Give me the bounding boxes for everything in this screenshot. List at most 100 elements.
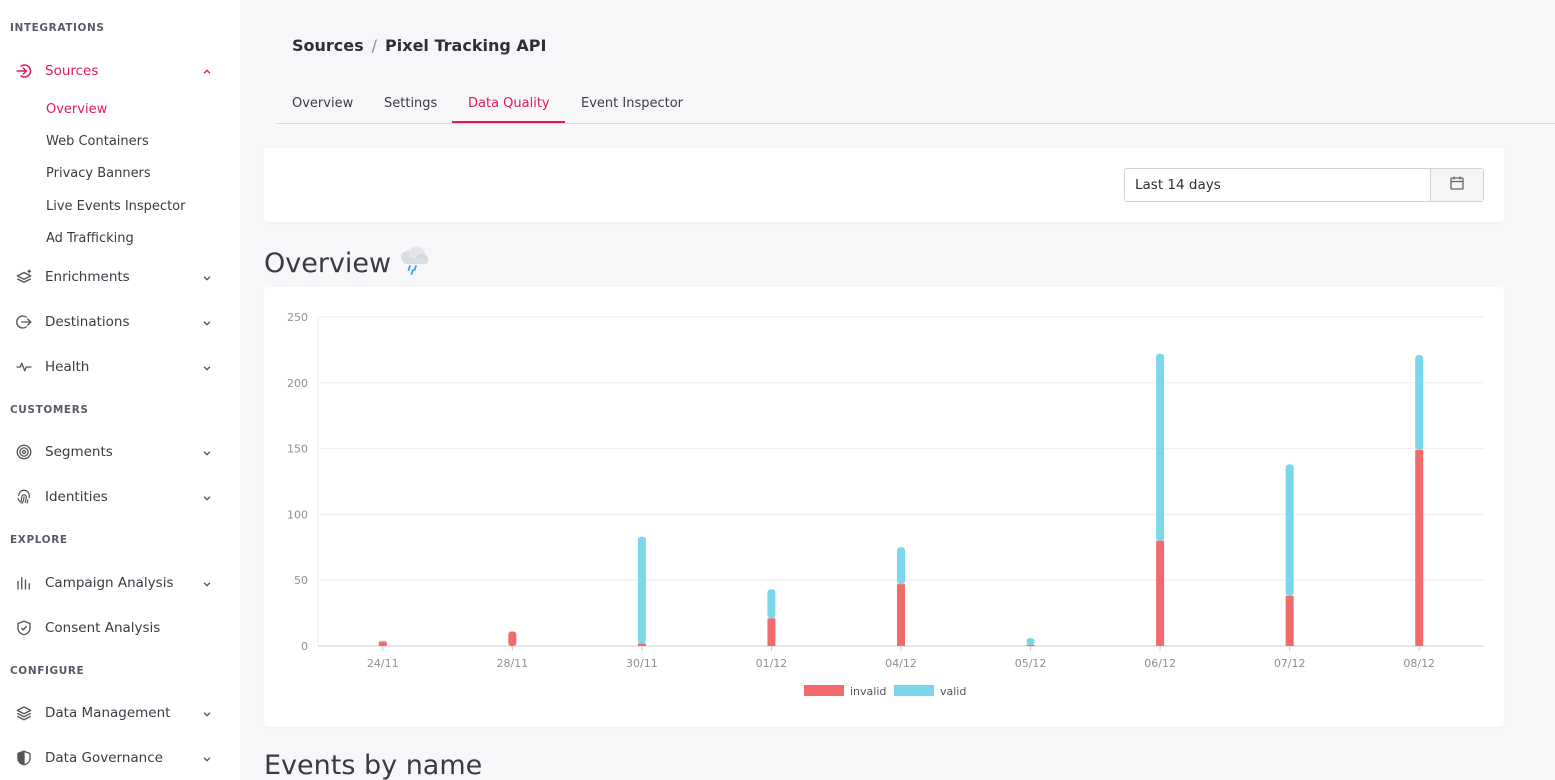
events-by-name-title: Events by name bbox=[264, 750, 483, 780]
rain-cloud-icon bbox=[397, 244, 431, 283]
sidebar-item-label: Enrichments bbox=[45, 269, 130, 285]
pulse-icon bbox=[14, 357, 34, 377]
bar-invalid[interactable] bbox=[1415, 449, 1424, 646]
sidebar-item-consent-analysis[interactable]: Consent Analysis bbox=[0, 613, 240, 643]
legend-label-invalid[interactable]: invalid bbox=[850, 685, 886, 698]
chevron-down-icon[interactable] bbox=[200, 316, 214, 330]
legend-label-valid[interactable]: valid bbox=[940, 685, 966, 698]
sidebar-item-label: Consent Analysis bbox=[45, 620, 161, 636]
sign-in-icon bbox=[14, 61, 34, 81]
section-label-configure: CONFIGURE bbox=[10, 665, 85, 677]
bar-valid[interactable] bbox=[378, 640, 387, 643]
bar-valid[interactable] bbox=[1285, 464, 1294, 596]
date-range-picker[interactable]: Last 14 days bbox=[1124, 168, 1484, 202]
chevron-down-icon[interactable] bbox=[200, 752, 214, 766]
bar-invalid[interactable] bbox=[897, 584, 905, 646]
sidebar-item-destinations[interactable]: Destinations bbox=[0, 307, 240, 337]
breadcrumb: Sources / Pixel Tracking API bbox=[292, 36, 546, 55]
sidebar-item-label: Data Governance bbox=[45, 750, 163, 766]
sidebar-subitem-web-containers[interactable]: Web Containers bbox=[46, 134, 149, 149]
chevron-down-icon[interactable] bbox=[200, 707, 214, 721]
overview-title: Overview bbox=[264, 248, 392, 279]
chevron-down-icon[interactable] bbox=[200, 446, 214, 460]
chevron-down-icon[interactable] bbox=[200, 361, 214, 375]
active-tab-indicator bbox=[452, 121, 565, 123]
bar-invalid[interactable] bbox=[767, 618, 776, 646]
bar-valid[interactable] bbox=[1156, 353, 1165, 541]
sidebar-subitem-overview[interactable]: Overview bbox=[46, 102, 107, 117]
chevron-down-icon[interactable] bbox=[200, 271, 214, 285]
sidebar-item-identities[interactable]: Identities bbox=[0, 482, 240, 512]
layers-icon bbox=[14, 703, 34, 723]
sidebar-item-campaign-analysis[interactable]: Campaign Analysis bbox=[0, 568, 240, 598]
bar-invalid[interactable] bbox=[378, 642, 387, 646]
sidebar-item-data-governance[interactable]: Data Governance bbox=[0, 743, 240, 773]
bar-valid[interactable] bbox=[637, 536, 646, 644]
layers-plus-icon bbox=[14, 267, 34, 287]
bar-invalid[interactable] bbox=[637, 643, 646, 646]
tab-data-quality[interactable]: Data Quality bbox=[468, 96, 550, 111]
filter-card: Last 14 days bbox=[264, 148, 1504, 222]
sign-out-icon bbox=[14, 312, 34, 332]
chevron-up-icon[interactable] bbox=[200, 65, 214, 79]
bar-invalid[interactable] bbox=[1026, 644, 1035, 646]
x-tick-label: 04/12 bbox=[885, 657, 917, 670]
breadcrumb-current: Pixel Tracking API bbox=[385, 36, 547, 55]
chevron-down-icon[interactable] bbox=[200, 577, 214, 591]
tab-overview[interactable]: Overview bbox=[292, 96, 353, 111]
bar-valid[interactable] bbox=[767, 589, 776, 619]
x-tick-label: 07/12 bbox=[1274, 657, 1306, 670]
calendar-button[interactable] bbox=[1430, 169, 1483, 201]
tab-settings[interactable]: Settings bbox=[384, 96, 437, 111]
overview-chart-card: 0 50 100 150 200 250 24/11 28/11 30/11 01/12 04/1… bbox=[264, 287, 1504, 727]
bar-chart-icon bbox=[14, 573, 34, 593]
sidebar-item-label: Destinations bbox=[45, 314, 130, 330]
sidebar-item-label: Sources bbox=[45, 63, 99, 79]
y-tick-label: 0 bbox=[301, 640, 308, 653]
breadcrumb-separator: / bbox=[371, 36, 378, 55]
y-tick-label: 50 bbox=[294, 574, 308, 587]
x-tick-label: 08/12 bbox=[1403, 657, 1435, 670]
tab-event-inspector[interactable]: Event Inspector bbox=[581, 96, 683, 111]
sidebar-item-label: Campaign Analysis bbox=[45, 575, 174, 591]
sidebar-item-label: Identities bbox=[45, 489, 108, 505]
section-label-explore: EXPLORE bbox=[10, 534, 68, 546]
x-tick-label: 30/11 bbox=[626, 657, 658, 670]
sidebar: INTEGRATIONS Sources Overview Web Contai… bbox=[0, 0, 240, 780]
sidebar-item-label: Data Management bbox=[45, 705, 171, 721]
section-label-integrations: INTEGRATIONS bbox=[10, 22, 105, 34]
overview-chart: 0 50 100 150 200 250 24/11 28/11 30/11 01/12 04/1… bbox=[287, 311, 1484, 698]
sidebar-item-label: Health bbox=[45, 359, 90, 375]
overview-heading: Overview bbox=[264, 244, 431, 283]
sidebar-item-data-management[interactable]: Data Management bbox=[0, 698, 240, 728]
legend-swatch-valid[interactable] bbox=[894, 685, 934, 696]
fingerprint-icon bbox=[14, 487, 34, 507]
y-tick-label: 100 bbox=[287, 508, 308, 521]
y-tick-label: 150 bbox=[287, 443, 308, 456]
legend-swatch-invalid[interactable] bbox=[804, 685, 844, 696]
bar-valid[interactable] bbox=[1415, 355, 1424, 450]
date-range-input[interactable]: Last 14 days bbox=[1125, 169, 1430, 201]
chevron-down-icon[interactable] bbox=[200, 491, 214, 505]
x-tick-label: 06/12 bbox=[1144, 657, 1176, 670]
sidebar-subitem-ad-trafficking[interactable]: Ad Trafficking bbox=[46, 231, 134, 246]
target-icon bbox=[14, 442, 34, 462]
sidebar-item-enrichments[interactable]: Enrichments bbox=[0, 262, 240, 292]
sidebar-subitem-privacy-banners[interactable]: Privacy Banners bbox=[46, 166, 151, 181]
calendar-icon bbox=[1449, 175, 1465, 195]
sidebar-item-segments[interactable]: Segments bbox=[0, 437, 240, 467]
sidebar-item-sources[interactable]: Sources bbox=[0, 56, 240, 86]
bar-valid[interactable] bbox=[1026, 638, 1035, 645]
breadcrumb-root[interactable]: Sources bbox=[292, 36, 364, 55]
y-tick-label: 200 bbox=[287, 377, 308, 390]
bar-valid[interactable] bbox=[897, 547, 905, 585]
tab-bar: Overview Settings Data Quality Event Ins… bbox=[276, 84, 1555, 124]
sidebar-item-health[interactable]: Health bbox=[0, 352, 240, 382]
sidebar-subitem-live-events-inspector[interactable]: Live Events Inspector bbox=[46, 199, 185, 214]
section-label-customers: CUSTOMERS bbox=[10, 404, 89, 416]
x-tick-label: 05/12 bbox=[1015, 657, 1047, 670]
y-tick-label: 250 bbox=[287, 311, 308, 324]
bar-invalid[interactable] bbox=[1156, 540, 1165, 646]
bar-invalid[interactable] bbox=[508, 631, 517, 646]
bar-invalid[interactable] bbox=[1285, 595, 1294, 646]
